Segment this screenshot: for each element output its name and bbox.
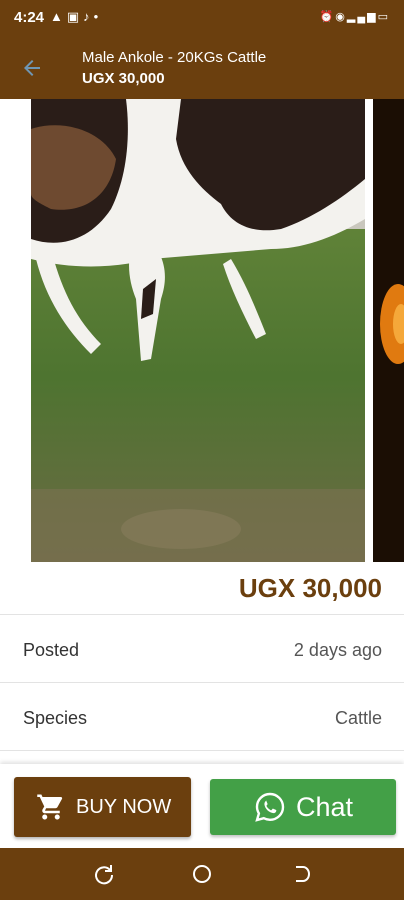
listing-photo[interactable] [31,99,365,562]
action-bar: BUY NOW Chat [0,764,404,848]
divider [0,682,404,683]
system-navigation-bar [0,848,404,900]
buy-now-label: BUY NOW [76,796,172,818]
page-subtitle-price: UGX 30,000 [82,70,165,87]
chat-button[interactable]: Chat [210,779,396,835]
image-gallery[interactable] [0,99,404,562]
whatsapp-icon [254,791,286,823]
buy-now-button[interactable]: BUY NOW [14,777,191,837]
dot-icon: • [93,9,103,24]
back-arrow-icon[interactable] [20,56,44,80]
detail-label: Species [23,708,88,728]
hotspot-icon: ◉ [335,11,347,23]
detail-row-posted: Posted 2 days ago [0,616,404,682]
image-icon: ▣ [66,9,84,24]
back-icon[interactable] [289,862,313,886]
page-title: Male Ankole - 20KGs Cattle [82,49,267,66]
detail-row-species: Species Cattle [0,684,404,750]
chat-label: Chat [296,792,354,822]
detail-value: Cattle [334,708,382,728]
system-icons: ⏰◉▂▄▆▭ [320,10,390,23]
listing-price: UGX 30,000 [238,573,382,603]
app-bar: Male Ankole - 20KGs Cattle UGX 30,000 [0,36,404,99]
warning-icon: ▲ [50,9,67,24]
status-time: 4:24 [14,9,45,26]
divider [0,614,404,615]
alarm-icon: ⏰ [319,11,336,23]
signal-icon: ▂▄▆ [346,11,378,23]
detail-label: Posted [23,640,80,660]
battery-icon: ▭ [377,11,390,23]
recent-apps-icon[interactable] [92,862,116,886]
tiktok-icon: ♪ [83,9,94,24]
notification-icons: ▲▣♪• [50,9,102,25]
home-icon[interactable] [190,862,214,886]
status-bar: 4:24 ▲▣♪• ⏰◉▂▄▆▭ [0,0,404,36]
next-photo-preview[interactable] [373,99,404,562]
divider [0,750,404,751]
detail-value: 2 days ago [293,640,382,660]
shopping-cart-icon [36,792,66,822]
